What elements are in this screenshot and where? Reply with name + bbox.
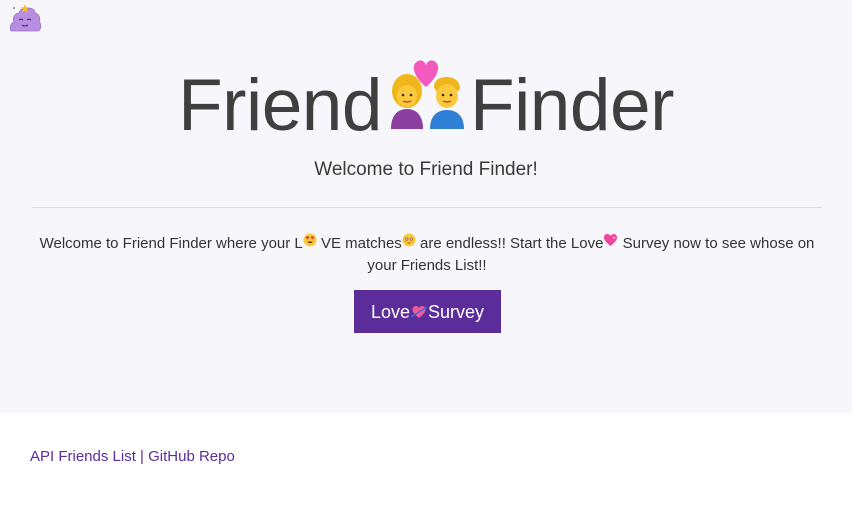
heart-eyes-emoji-icon xyxy=(303,232,317,254)
sparkling-heart-icon xyxy=(603,232,618,254)
lead-paragraph: Welcome to Friend Finder where your L VE… xyxy=(32,232,822,277)
lumpy-space-princess-icon xyxy=(9,4,42,32)
button-label-left: Love xyxy=(370,302,410,322)
footer-separator: | xyxy=(140,448,144,465)
title-right: Finder xyxy=(470,65,674,146)
flushed-face-emoji-icon xyxy=(402,232,416,254)
lead-part3: are endless!! Start the Love xyxy=(419,235,604,252)
heart-with-arrow-icon xyxy=(410,294,428,337)
hero-divider xyxy=(32,207,822,208)
page-subtitle: Welcome to Friend Finder! xyxy=(314,159,538,180)
footer-links: API Friends List | GitHub Repo xyxy=(30,446,235,468)
page-title: Friend Finder xyxy=(0,58,852,159)
title-left: Friend xyxy=(178,65,382,146)
lead-part1: Welcome to Friend Finder where your L xyxy=(39,235,303,252)
couple-with-heart-icon xyxy=(388,57,464,153)
github-repo-link[interactable]: GitHub Repo xyxy=(148,448,235,465)
hero-jumbotron: Friend Finder Welcome to Friend Finder! xyxy=(0,0,852,413)
button-label-right: Survey xyxy=(428,302,485,322)
love-survey-button[interactable]: Love Survey xyxy=(354,290,501,333)
lead-part2: VE matches xyxy=(320,235,402,252)
api-friends-list-link[interactable]: API Friends List xyxy=(30,448,136,465)
